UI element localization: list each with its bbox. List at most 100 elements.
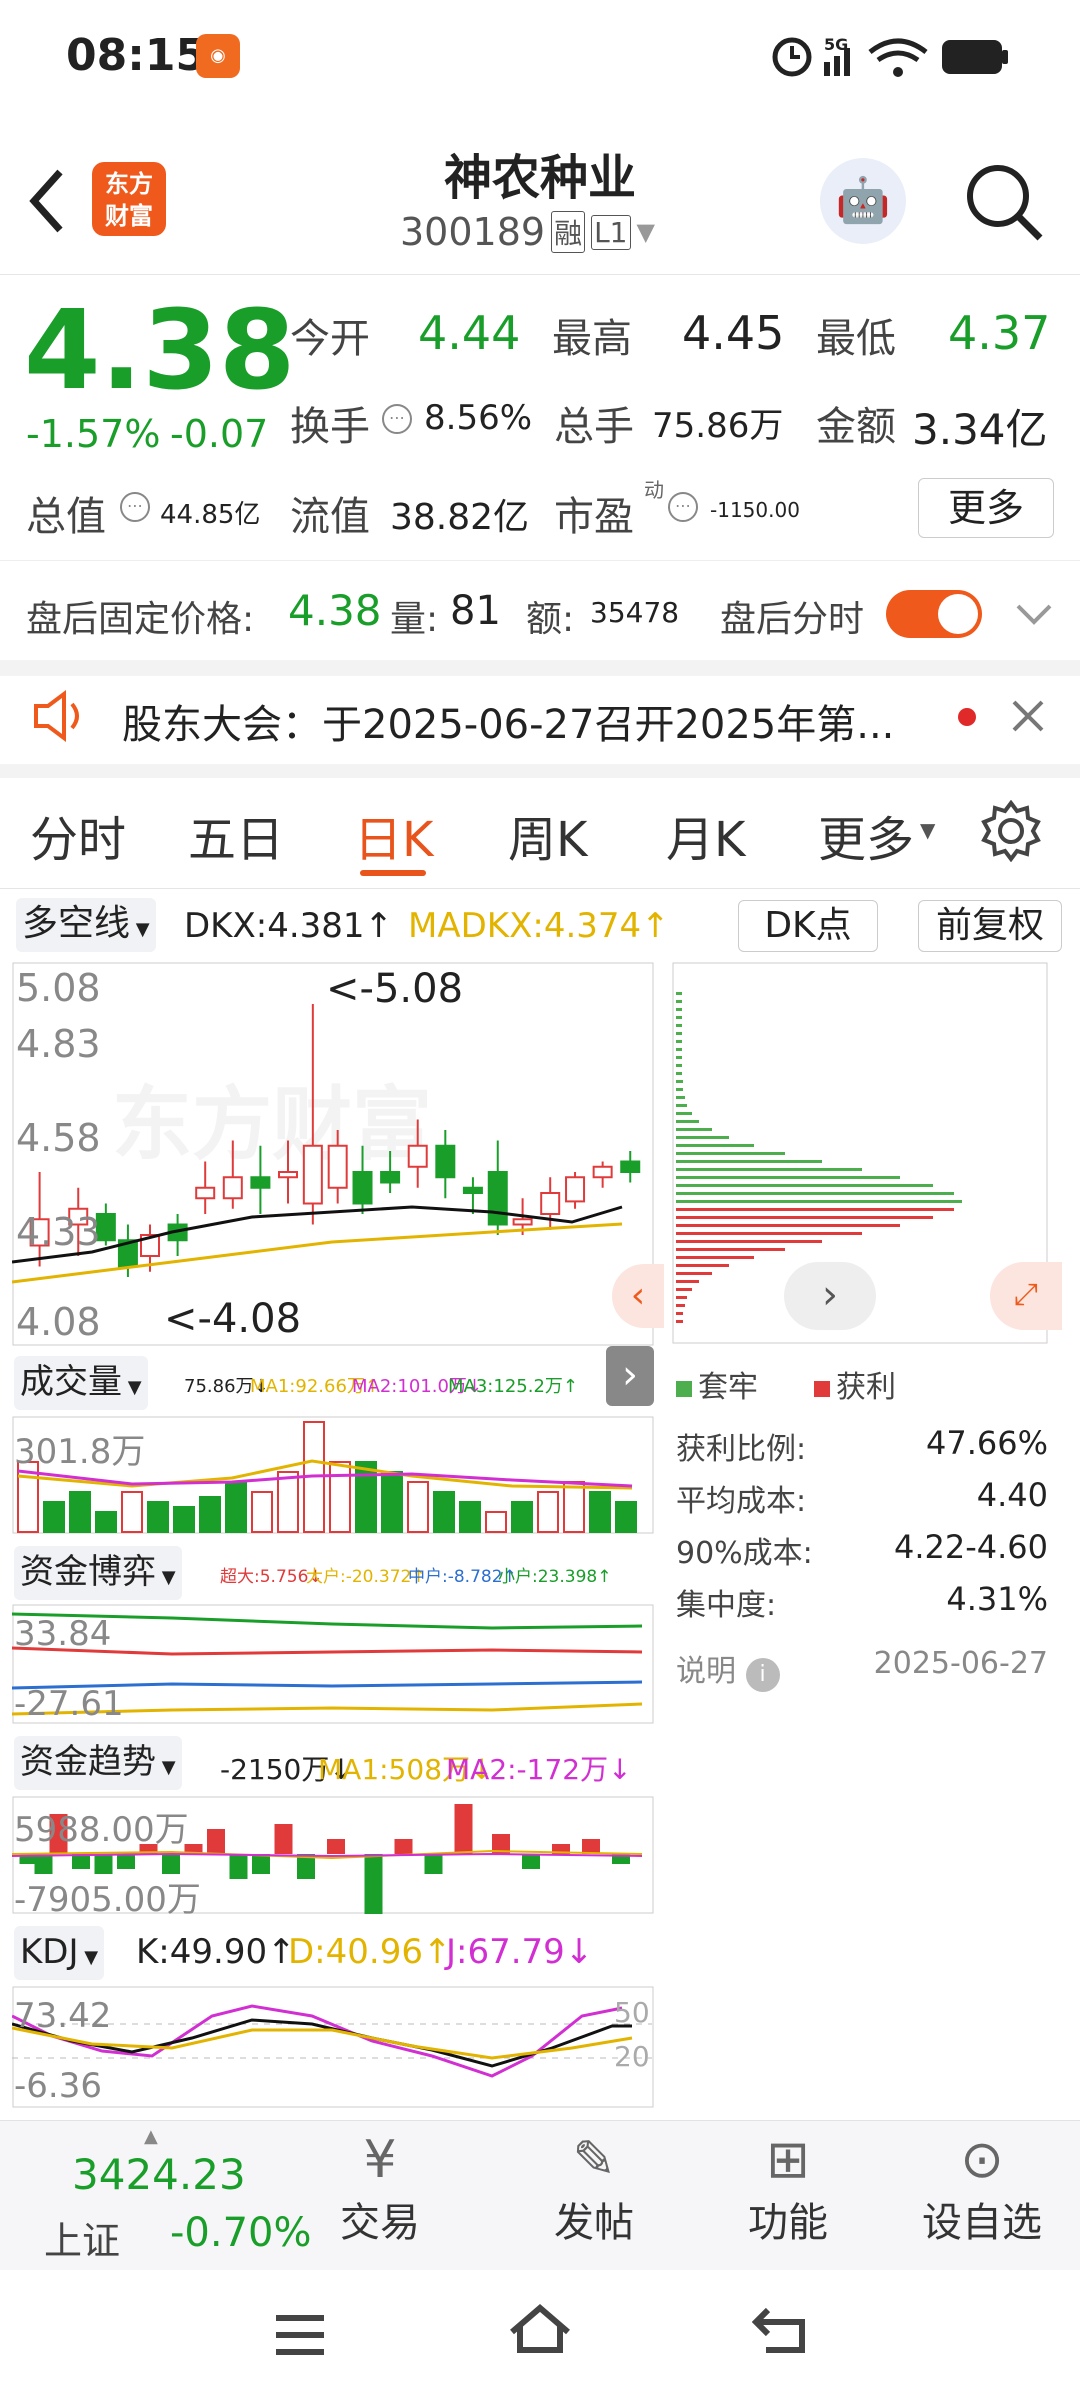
afterhours-vol-label: 量: bbox=[390, 599, 439, 640]
tab-fenshi[interactable]: 分时 bbox=[30, 800, 126, 870]
chip-bar bbox=[676, 1032, 682, 1035]
chip-bar bbox=[676, 1296, 687, 1299]
adjust-button[interactable]: 前复权 bbox=[918, 900, 1062, 952]
candle bbox=[565, 1176, 586, 1203]
expand-indicator-icon[interactable]: › bbox=[606, 1346, 654, 1406]
high-label: 最高 bbox=[552, 316, 632, 362]
volume-value: 75.86万 bbox=[652, 406, 784, 446]
kdj-label: KDJ bbox=[20, 1932, 79, 1972]
fullscreen-icon[interactable]: ⤢ bbox=[990, 1262, 1062, 1330]
index-value[interactable]: 3424.23 bbox=[72, 2150, 246, 2199]
fund-trend-label: 资金趋势 bbox=[20, 1742, 156, 1782]
candle bbox=[592, 1165, 613, 1179]
indicator-selector[interactable]: 多空线 ▼ bbox=[16, 898, 156, 952]
chip-bar bbox=[676, 1080, 683, 1083]
divider bbox=[0, 560, 1080, 561]
index-name: 上证 bbox=[44, 2219, 121, 2263]
home-icon[interactable] bbox=[506, 2300, 574, 2360]
volume-bar bbox=[147, 1501, 169, 1533]
chip-bar bbox=[676, 1096, 685, 1099]
chevron-down-icon: ▼ bbox=[122, 1377, 142, 1398]
gear-icon[interactable] bbox=[980, 800, 1042, 862]
info-icon[interactable]: ⋯ bbox=[382, 404, 412, 434]
chip-bar bbox=[676, 1144, 754, 1147]
volume-bar bbox=[589, 1491, 611, 1533]
candle bbox=[195, 1186, 216, 1200]
nav-watchlist[interactable]: ⊙ 设自选 bbox=[902, 2130, 1062, 2248]
status-bar: 08:15 ◉ 5G bbox=[0, 0, 1080, 110]
volume-label: 总手 bbox=[554, 404, 634, 450]
dk-point-button[interactable]: DK点 bbox=[738, 900, 878, 952]
chip-bar bbox=[676, 992, 682, 995]
chevron-down-icon: ▼ bbox=[920, 818, 936, 842]
chip-bar bbox=[676, 1056, 682, 1059]
low-value: 4.37 bbox=[948, 306, 1051, 360]
chevron-down-icon[interactable] bbox=[1014, 600, 1054, 628]
fund-trend-bar bbox=[364, 1854, 383, 1914]
stock-code-row[interactable]: 300189 融 L1 ▼ bbox=[400, 210, 655, 254]
candlestick-chart[interactable]: 东方财富 bbox=[12, 962, 654, 1346]
nav-trade-label: 交易 bbox=[340, 2200, 420, 2246]
chevron-up-icon[interactable]: ▲ bbox=[144, 2126, 158, 2147]
kdj-ref-50: 50 bbox=[614, 1996, 650, 2029]
change-pct: -1.57% bbox=[26, 412, 161, 456]
tab-zhouk[interactable]: 周K bbox=[508, 800, 587, 870]
min-mark: <-4.08 bbox=[164, 1296, 302, 1342]
amount-value: 3.34亿 bbox=[912, 405, 1048, 454]
chip-bar bbox=[676, 1048, 682, 1051]
chevron-right-icon[interactable]: › bbox=[784, 1262, 876, 1330]
chip-bar bbox=[676, 1256, 754, 1259]
chip-bar bbox=[676, 1128, 712, 1131]
volume-bar bbox=[95, 1511, 117, 1533]
chevron-down-icon: ▼ bbox=[636, 218, 655, 246]
fund-game-selector[interactable]: 资金博弈 ▼ bbox=[14, 1546, 182, 1600]
chip-bar bbox=[676, 1272, 712, 1275]
candle bbox=[512, 1218, 533, 1226]
indicator-name: 多空线 bbox=[22, 903, 131, 944]
volume-bar bbox=[69, 1491, 91, 1533]
tab-more[interactable]: 更多 bbox=[818, 800, 914, 870]
tab-wuri[interactable]: 五日 bbox=[188, 800, 284, 870]
chip-bar bbox=[676, 1000, 682, 1003]
nav-trade[interactable]: ¥ 交易 bbox=[300, 2130, 460, 2248]
tab-yuek[interactable]: 月K bbox=[666, 800, 745, 870]
menu-icon[interactable] bbox=[272, 2310, 328, 2360]
more-button[interactable]: 更多 bbox=[918, 478, 1054, 538]
volume-bar bbox=[511, 1501, 533, 1533]
candle bbox=[222, 1176, 243, 1200]
tab-rik[interactable]: 日K bbox=[354, 800, 433, 870]
nav-function[interactable]: ⊞ 功能 bbox=[708, 2130, 868, 2248]
chip-bar bbox=[676, 1152, 785, 1155]
madkx-value: MADKX:4.374↑ bbox=[408, 906, 670, 946]
back-nav-icon[interactable] bbox=[752, 2304, 812, 2360]
note-link[interactable]: 说明 i bbox=[676, 1646, 780, 1692]
y-label: 5.08 bbox=[16, 966, 101, 1010]
amount-label: 金额 bbox=[816, 404, 896, 450]
stock-code: 300189 bbox=[400, 210, 546, 254]
afterhours-amt-label: 额: bbox=[526, 599, 575, 640]
chip-date: 2025-06-27 bbox=[873, 1646, 1048, 1681]
kdj-selector[interactable]: KDJ ▼ bbox=[14, 1926, 105, 1980]
fund-trend-selector[interactable]: 资金趋势 ▼ bbox=[14, 1736, 182, 1790]
margin-badge: 融 bbox=[551, 211, 586, 253]
grid-icon: ⊞ bbox=[766, 2130, 810, 2190]
chip-bar bbox=[676, 1160, 822, 1163]
chip-bar bbox=[676, 1208, 954, 1211]
volume-selector[interactable]: 成交量 ▼ bbox=[14, 1356, 148, 1410]
status-icons: 5G bbox=[772, 35, 1008, 77]
close-icon[interactable] bbox=[1010, 698, 1046, 734]
fund2-ma2: MA2:-172万↓ bbox=[446, 1753, 632, 1786]
nav-watchlist-label: 设自选 bbox=[922, 2200, 1042, 2246]
info-icon[interactable]: ⋯ bbox=[120, 492, 150, 522]
search-icon[interactable] bbox=[962, 160, 1046, 244]
afterhours-toggle[interactable] bbox=[886, 590, 982, 638]
robot-assistant-icon[interactable]: 🤖 bbox=[820, 158, 906, 244]
fund-trend-bar bbox=[34, 1854, 53, 1874]
info-icon[interactable]: ⋯ bbox=[668, 492, 698, 522]
afterhours-vol: 81 bbox=[450, 588, 501, 634]
chip-bar bbox=[676, 1168, 862, 1171]
nav-post[interactable]: ✎ 发帖 bbox=[514, 2130, 674, 2248]
volume-bar bbox=[251, 1491, 273, 1533]
chip-value: 47.66% bbox=[925, 1424, 1048, 1462]
notice-text[interactable]: 股东大会：于2025-06-27召开2025年第... bbox=[122, 692, 894, 750]
